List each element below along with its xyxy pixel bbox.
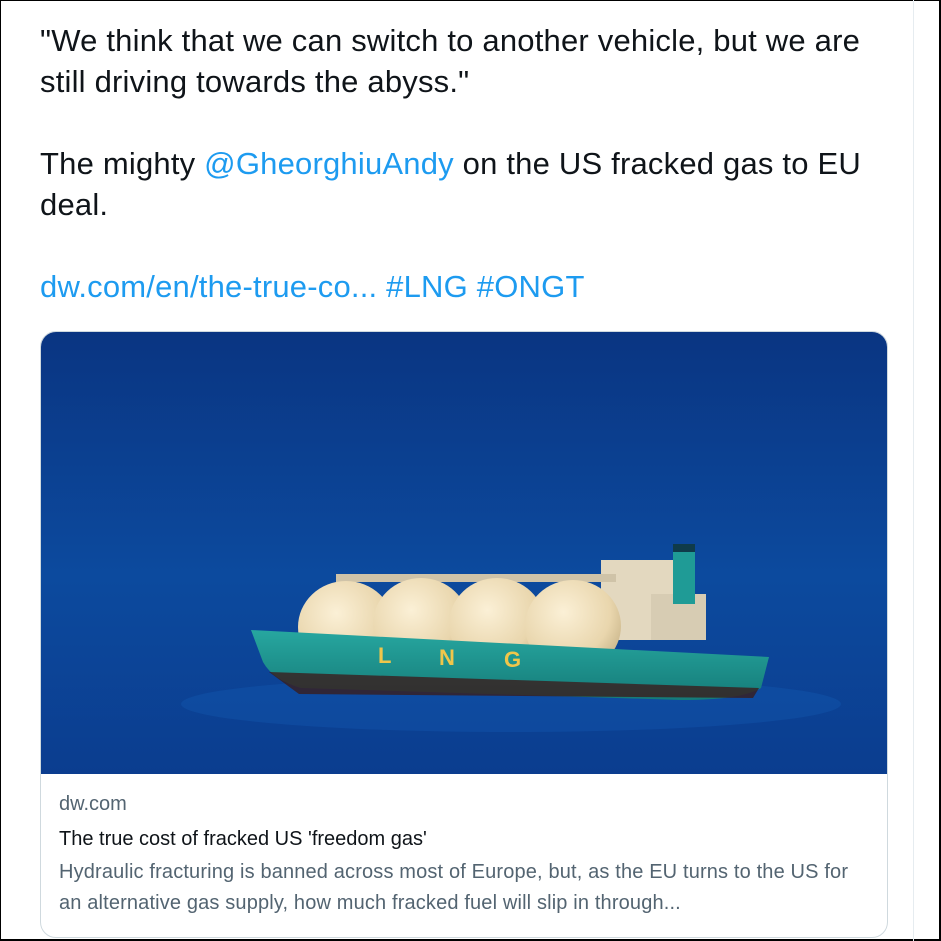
article-url-link[interactable]: dw.com/en/the-true-co... — [40, 269, 377, 304]
card-meta: dw.com The true cost of fracked US 'free… — [59, 790, 869, 919]
tweet-links: dw.com/en/the-true-co... #LNG #ONGT — [40, 266, 910, 307]
card-domain: dw.com — [59, 793, 127, 815]
hashtag-link[interactable]: #LNG — [386, 269, 468, 304]
ship-lettering: G — [504, 647, 521, 672]
link-preview-card[interactable]: L N G dw.com The true cost of fracked US… — [40, 331, 888, 938]
card-title[interactable]: The true cost of fracked US 'freedom gas… — [59, 824, 869, 854]
ship-lettering: L — [378, 643, 391, 668]
tweet-quote: "We think that we can switch to another … — [40, 23, 861, 99]
tweet-text: "We think that we can switch to another … — [40, 20, 910, 307]
card-description: Hydraulic fracturing is banned across mo… — [59, 861, 849, 914]
mention-link[interactable]: @GheorghiuAndy — [204, 146, 454, 181]
hashtag-link[interactable]: #ONGT — [477, 269, 585, 304]
tweet-body: The mighty @GheorghiuAndy on the US frac… — [40, 146, 861, 222]
column-divider — [913, 0, 914, 941]
ship-lettering: N — [439, 645, 455, 670]
card-image[interactable]: L N G — [41, 332, 887, 774]
